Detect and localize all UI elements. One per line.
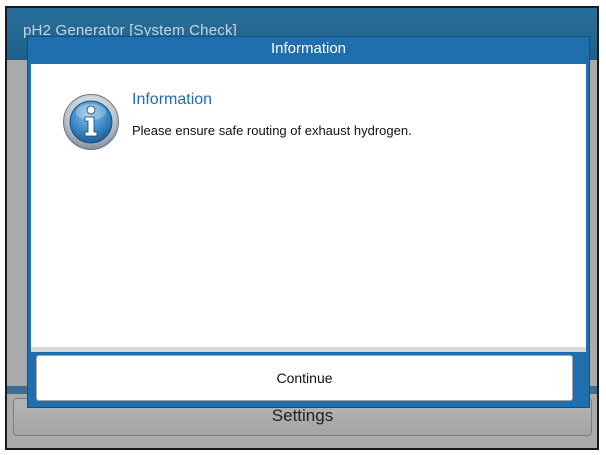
dialog-title: Information xyxy=(270,40,347,57)
message-heading: Information xyxy=(132,91,213,108)
information-dialog: Information Information Please ensure sa… xyxy=(27,36,590,408)
info-icon xyxy=(63,94,119,150)
message-text: Please ensure safe routing of exhaust hy… xyxy=(132,123,412,138)
continue-button[interactable]: Continue xyxy=(36,355,573,401)
dialog-body: Information Please ensure safe routing o… xyxy=(31,64,586,347)
dialog-divider xyxy=(31,347,586,352)
